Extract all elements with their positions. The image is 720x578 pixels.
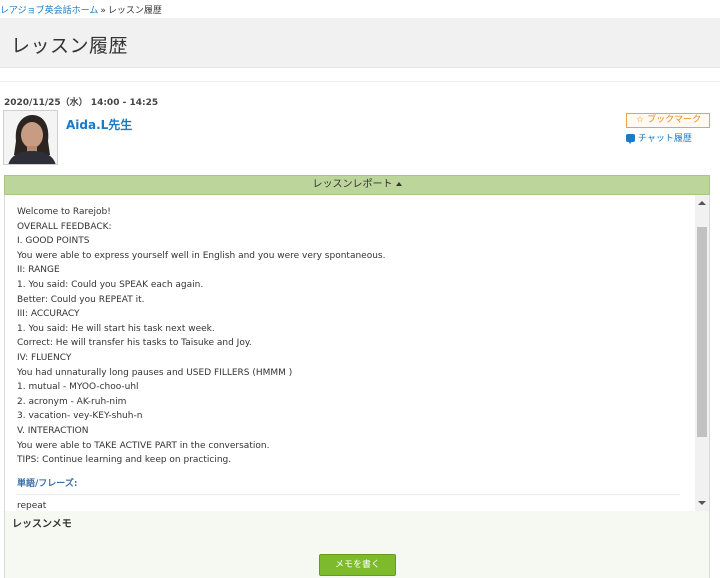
lesson-datetime: 2020/11/25（水） 14:00 - 14:25 bbox=[4, 98, 159, 108]
lesson-memo-section: レッスンメモ メモを書く bbox=[4, 511, 710, 578]
star-icon: ☆ bbox=[636, 115, 645, 125]
lesson-report-panel[interactable]: Welcome to Rarejob! OVERALL FEEDBACK: I.… bbox=[4, 195, 710, 511]
phrases-heading: 単語/フレーズ: bbox=[17, 477, 680, 496]
tutor-avatar[interactable] bbox=[3, 110, 58, 165]
section-divider bbox=[0, 81, 720, 82]
report-line: 3. vacation- vey-KEY-shuh-n bbox=[17, 411, 143, 422]
report-line: I. GOOD POINTS bbox=[17, 236, 90, 247]
chat-history-link[interactable]: チャット履歴 bbox=[626, 133, 692, 145]
report-line: II: RANGE bbox=[17, 265, 60, 276]
report-line: Welcome to Rarejob! bbox=[17, 207, 111, 217]
bookmark-label: ブックマーク bbox=[647, 115, 702, 125]
lesson-report-label: レッスンレポート bbox=[312, 179, 393, 190]
caret-up-icon bbox=[395, 182, 402, 186]
lesson-report-content: Welcome to Rarejob! OVERALL FEEDBACK: I.… bbox=[17, 205, 687, 511]
report-line: TIPS: Continue learning and keep on prac… bbox=[17, 455, 232, 466]
report-line: 1. You said: Could you SPEAK each again. bbox=[17, 279, 204, 290]
lesson-report-toggle[interactable]: レッスンレポート bbox=[4, 175, 710, 195]
page-title: レッスン履歴 bbox=[11, 35, 129, 57]
report-line: IV: FLUENCY bbox=[17, 352, 72, 363]
report-line: 1. You said: He will start his task next… bbox=[17, 323, 215, 334]
page-title-bar: レッスン履歴 bbox=[0, 18, 720, 68]
scroll-up-arrow-icon[interactable] bbox=[698, 201, 706, 205]
lesson-memo-title: レッスンメモ bbox=[12, 519, 72, 530]
breadcrumb-current: レッスン履歴 bbox=[107, 6, 162, 16]
bookmark-button[interactable]: ☆ ブックマーク bbox=[626, 113, 710, 128]
scrollbar-thumb[interactable] bbox=[697, 227, 707, 437]
report-line: Correct: He will transfer his tasks to T… bbox=[17, 338, 252, 349]
scroll-down-arrow-icon[interactable] bbox=[698, 501, 706, 505]
tutor-photo-icon bbox=[4, 111, 57, 164]
breadcrumb-home-link[interactable]: レアジョブ英会話ホーム bbox=[0, 6, 98, 16]
write-memo-button[interactable]: メモを書く bbox=[319, 554, 396, 576]
report-line: V. INTERACTION bbox=[17, 425, 89, 436]
phrase-item: repeat bbox=[17, 501, 47, 511]
breadcrumb-separator: » bbox=[100, 6, 106, 16]
report-line: 2. acronym - AK-ruh-nim bbox=[17, 396, 127, 407]
chat-bubble-icon bbox=[626, 134, 635, 144]
report-line: You had unnaturally long pauses and USED… bbox=[17, 367, 293, 378]
report-scrollbar[interactable] bbox=[695, 195, 709, 511]
report-line: Better: Could you REPEAT it. bbox=[17, 294, 145, 305]
tutor-name-link[interactable]: Aida.L先生 bbox=[66, 116, 132, 133]
report-line: You were able to TAKE ACTIVE PART in the… bbox=[17, 440, 270, 451]
chat-history-label: チャット履歴 bbox=[638, 134, 692, 144]
report-line: OVERALL FEEDBACK: bbox=[17, 221, 112, 232]
report-line: 1. mutual - MYOO-choo-uhl bbox=[17, 382, 139, 393]
report-line: You were able to express yourself well i… bbox=[17, 250, 386, 261]
report-line: III: ACCURACY bbox=[17, 309, 80, 320]
breadcrumb: レアジョブ英会話ホーム» レッスン履歴 bbox=[0, 3, 162, 16]
